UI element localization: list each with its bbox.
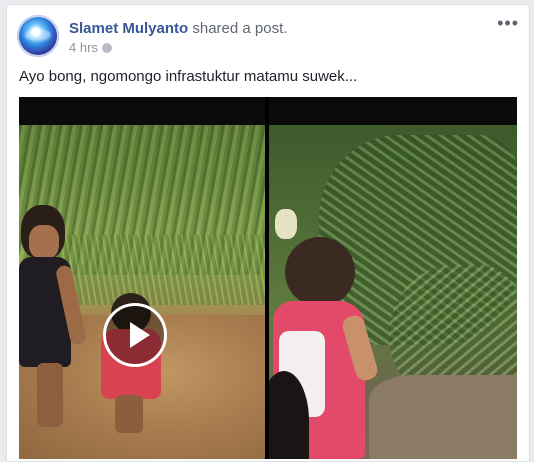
play-icon [130, 322, 150, 348]
post-media[interactable] [19, 97, 517, 459]
post-header: Slamet Mulyanto shared a post. 4 hrs ••• [17, 13, 519, 59]
letterbox-bar [269, 97, 517, 125]
globe-icon [101, 42, 112, 53]
child-figure [29, 225, 59, 259]
rock [275, 209, 297, 239]
child-figure [285, 237, 355, 307]
ground [369, 375, 517, 459]
play-button[interactable] [103, 303, 167, 367]
child-figure [115, 395, 143, 433]
post-card: Slamet Mulyanto shared a post. 4 hrs •••… [6, 4, 530, 462]
timestamp-text[interactable]: 4 hrs [69, 40, 98, 55]
video-thumbnail-left[interactable] [19, 125, 265, 459]
post-timestamp[interactable]: 4 hrs [69, 40, 112, 55]
video-panel-right[interactable] [269, 97, 517, 459]
letterbox-bar [19, 97, 265, 125]
video-panel-left[interactable] [19, 97, 265, 459]
author-line: Slamet Mulyanto shared a post. [69, 20, 287, 37]
author-name-link[interactable]: Slamet Mulyanto [69, 20, 188, 37]
post-message: Ayo bong, ngomongo infrastuktur matamu s… [19, 68, 358, 85]
more-options-icon[interactable]: ••• [497, 13, 519, 34]
share-action-text: shared a post. [192, 20, 288, 37]
video-thumbnail-right[interactable] [269, 125, 517, 459]
author-avatar[interactable] [17, 15, 59, 57]
child-figure [37, 363, 63, 427]
grass-texture [59, 235, 265, 305]
